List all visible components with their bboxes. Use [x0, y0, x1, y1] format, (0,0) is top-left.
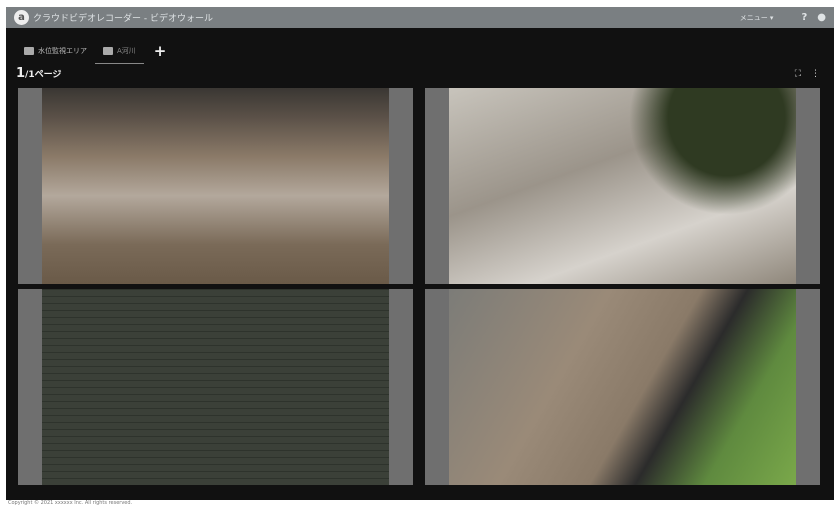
current-page: 1	[16, 66, 26, 81]
app-logo: a	[14, 10, 29, 25]
copyright: Copyright © 2021 xxxxxx Inc. All rights …	[8, 500, 133, 506]
camera-tile-3[interactable]	[18, 289, 413, 485]
view-toolbar: ⛶ ⋮	[795, 69, 820, 79]
tab-label: A河川	[117, 46, 136, 55]
camera-tile-4[interactable]	[425, 289, 820, 485]
tab-label: 水位監視エリア	[38, 47, 87, 55]
video-wall-app: a クラウドビデオレコーダー - ビデオウォール メニュー ▾ ? ● 水位監視…	[6, 7, 834, 500]
add-tab-button[interactable]: +	[154, 42, 167, 60]
monitor-icon	[24, 47, 34, 55]
camera-feed-wall-gauge	[42, 289, 389, 485]
tab-a-river[interactable]: A河川	[95, 38, 144, 64]
tab-bar: 水位監視エリア A河川 +	[16, 38, 166, 64]
more-icon[interactable]: ⋮	[811, 69, 820, 79]
account-icon[interactable]: ●	[817, 12, 826, 23]
menu-dropdown[interactable]: メニュー ▾	[740, 13, 774, 23]
app-title: クラウドビデオレコーダー - ビデオウォール	[33, 14, 213, 24]
header-bar: a クラウドビデオレコーダー - ビデオウォール メニュー ▾ ? ●	[6, 7, 834, 28]
tab-water-monitoring[interactable]: 水位監視エリア	[16, 38, 95, 64]
page-indicator: 1/1ページ	[16, 66, 61, 81]
camera-feed-river-bank	[449, 289, 796, 485]
camera-feed-bridge-river	[42, 88, 389, 284]
camera-tile-1[interactable]	[18, 88, 413, 284]
page-total: /1ページ	[25, 70, 62, 80]
camera-grid	[18, 88, 820, 485]
fullscreen-icon[interactable]: ⛶	[795, 69, 801, 79]
camera-tile-2[interactable]	[425, 88, 820, 284]
monitor-icon	[103, 46, 113, 55]
camera-feed-rapids	[449, 88, 796, 284]
help-icon[interactable]: ?	[801, 12, 807, 23]
